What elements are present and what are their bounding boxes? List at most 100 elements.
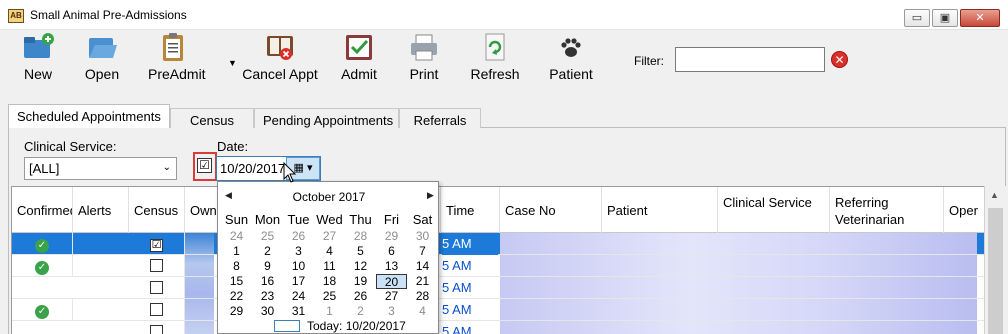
calendar-day[interactable]: 4 bbox=[407, 304, 438, 319]
date-enable-checkbox[interactable]: ☑ bbox=[197, 158, 212, 173]
calendar-day[interactable]: 18 bbox=[314, 274, 345, 289]
confirmed-check-icon: ✓ bbox=[35, 239, 49, 253]
calendar-day[interactable]: 14 bbox=[407, 259, 438, 274]
census-checkbox[interactable]: ☑ bbox=[150, 239, 163, 252]
census-cell[interactable]: ☑ bbox=[129, 233, 185, 255]
calendar-day[interactable]: 13 bbox=[376, 259, 407, 274]
filter-input[interactable] bbox=[675, 47, 825, 72]
calendar-weekday-header: Sun bbox=[224, 212, 249, 227]
calendar-popup[interactable]: ◀ October 2017 ▶ Today: 10/20/2017 Sun Mo… bbox=[217, 181, 439, 334]
calendar-day[interactable]: 5 bbox=[345, 244, 376, 259]
table-row[interactable]: ✓ bbox=[12, 255, 994, 277]
minimize-button[interactable]: ▭ bbox=[904, 9, 930, 27]
print-button[interactable]: Print bbox=[405, 32, 443, 90]
table-row[interactable] bbox=[12, 277, 994, 299]
patient-button[interactable]: Patient bbox=[548, 32, 594, 90]
open-button[interactable]: Open bbox=[82, 32, 122, 90]
calendar-day[interactable]: 10 bbox=[283, 259, 314, 274]
calendar-day[interactable]: 28 bbox=[345, 229, 376, 244]
table-row[interactable] bbox=[12, 321, 994, 334]
calendar-day[interactable]: 27 bbox=[314, 229, 345, 244]
calendar-day[interactable]: 20 bbox=[376, 274, 407, 289]
census-cell[interactable] bbox=[129, 277, 185, 299]
calendar-day[interactable]: 27 bbox=[376, 289, 407, 304]
census-cell[interactable] bbox=[129, 299, 185, 321]
calendar-day[interactable]: 30 bbox=[252, 304, 283, 319]
calendar-day[interactable]: 25 bbox=[252, 229, 283, 244]
calendar-weekday-header: Wed bbox=[316, 212, 343, 227]
col-referring-vet[interactable]: Referring Veterinarian bbox=[830, 187, 944, 233]
col-time[interactable]: Time bbox=[441, 187, 500, 233]
mouse-cursor-icon bbox=[283, 162, 297, 183]
table-row[interactable]: ✓ bbox=[12, 299, 994, 321]
calendar-day[interactable]: 15 bbox=[221, 274, 252, 289]
calendar-day[interactable]: 30 bbox=[407, 229, 438, 244]
calendar-day[interactable]: 12 bbox=[345, 259, 376, 274]
col-census[interactable]: Census bbox=[129, 187, 185, 233]
calendar-day[interactable]: 2 bbox=[345, 304, 376, 319]
calendar-day[interactable]: 25 bbox=[314, 289, 345, 304]
today-marker-icon bbox=[274, 320, 300, 332]
calendar-day[interactable]: 1 bbox=[314, 304, 345, 319]
calendar-day[interactable]: 29 bbox=[221, 304, 252, 319]
calendar-day[interactable]: 3 bbox=[376, 304, 407, 319]
new-button[interactable]: New bbox=[18, 32, 58, 90]
calendar-day[interactable]: 26 bbox=[345, 289, 376, 304]
calendar-day[interactable]: 19 bbox=[345, 274, 376, 289]
calendar-day[interactable]: 7 bbox=[407, 244, 438, 259]
census-checkbox[interactable] bbox=[150, 325, 163, 334]
calendar-day[interactable]: 4 bbox=[314, 244, 345, 259]
admit-button[interactable]: Admit bbox=[338, 32, 380, 90]
printer-icon bbox=[408, 32, 440, 62]
calendar-day[interactable]: 9 bbox=[252, 259, 283, 274]
paw-icon bbox=[555, 32, 587, 62]
calendar-day[interactable]: 17 bbox=[283, 274, 314, 289]
col-alerts[interactable]: Alerts bbox=[73, 187, 129, 233]
scroll-thumb[interactable] bbox=[988, 208, 1003, 334]
col-clinical-service[interactable]: Clinical Service bbox=[718, 187, 830, 233]
vertical-scrollbar[interactable]: ▲ bbox=[984, 186, 1006, 334]
calendar-day[interactable]: 24 bbox=[283, 289, 314, 304]
calendar-day[interactable]: 28 bbox=[407, 289, 438, 304]
open-folder-icon bbox=[86, 32, 118, 62]
census-cell[interactable] bbox=[129, 321, 185, 334]
col-patient[interactable]: Patient bbox=[602, 187, 718, 233]
calendar-day[interactable]: 31 bbox=[283, 304, 314, 319]
census-checkbox[interactable] bbox=[150, 303, 163, 316]
calendar-day[interactable]: 3 bbox=[283, 244, 314, 259]
preadmit-dropdown-icon[interactable]: ▼ bbox=[228, 58, 237, 68]
calendar-day[interactable]: 24 bbox=[221, 229, 252, 244]
census-checkbox[interactable] bbox=[150, 259, 163, 272]
calendar-day[interactable]: 22 bbox=[221, 289, 252, 304]
calendar-day[interactable]: 26 bbox=[283, 229, 314, 244]
col-confirmed[interactable]: Confirmed bbox=[12, 187, 73, 233]
calendar-day[interactable]: 6 bbox=[376, 244, 407, 259]
next-month-icon[interactable]: ▶ bbox=[427, 190, 434, 201]
time-cell: 5 AM bbox=[442, 233, 498, 255]
calendar-day[interactable]: 23 bbox=[252, 289, 283, 304]
preadmit-button[interactable]: PreAdmit bbox=[148, 32, 206, 90]
clear-filter-icon[interactable]: ✕ bbox=[831, 51, 848, 68]
today-link[interactable]: Today: 10/20/2017 bbox=[307, 319, 406, 333]
cancel-appt-button[interactable]: Cancel Appt bbox=[240, 32, 320, 90]
calendar-day[interactable]: 11 bbox=[314, 259, 345, 274]
close-button[interactable]: ✕ bbox=[960, 9, 1000, 27]
refresh-button[interactable]: Refresh bbox=[470, 32, 520, 90]
calendar-day[interactable]: 21 bbox=[407, 274, 438, 289]
tab-scheduled-appointments[interactable]: Scheduled Appointments bbox=[8, 104, 170, 129]
calendar-day[interactable]: 16 bbox=[252, 274, 283, 289]
clinical-service-select[interactable]: [ALL] ⌄ bbox=[24, 157, 177, 180]
col-case-no[interactable]: Case No bbox=[500, 187, 602, 233]
maximize-button[interactable]: ▣ bbox=[932, 9, 958, 27]
calendar-day[interactable]: 1 bbox=[221, 244, 252, 259]
calendar-day[interactable]: 8 bbox=[221, 259, 252, 274]
refresh-icon bbox=[479, 32, 511, 62]
calendar-day[interactable]: 29 bbox=[376, 229, 407, 244]
scroll-up-icon[interactable]: ▲ bbox=[990, 190, 999, 200]
census-checkbox[interactable] bbox=[150, 281, 163, 294]
calendar-day[interactable]: 2 bbox=[252, 244, 283, 259]
table-row[interactable]: ✓ ☑ bbox=[12, 233, 994, 255]
appointments-grid[interactable]: Confirmed Alerts Census Owner Time Case … bbox=[11, 186, 995, 334]
calendar-month-title[interactable]: October 2017 bbox=[218, 190, 440, 204]
census-cell[interactable] bbox=[129, 255, 185, 277]
